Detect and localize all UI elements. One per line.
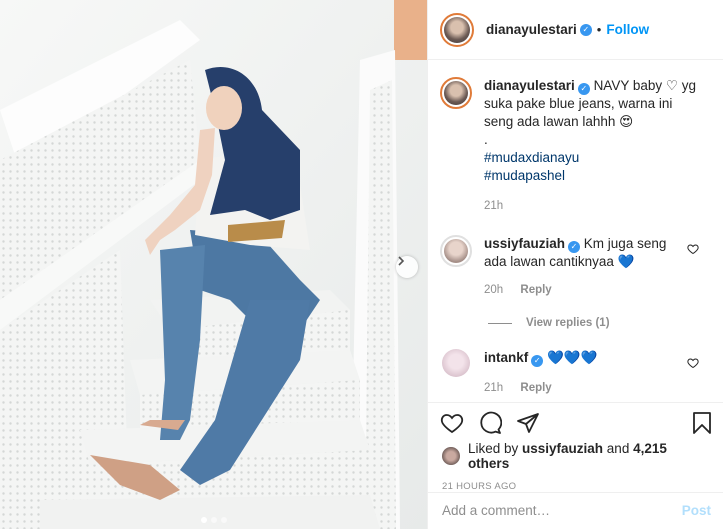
add-comment-bar: Post — [428, 492, 723, 528]
comment-time: 20h — [484, 284, 504, 296]
comments-list: dianayulestari ✓ NAVY baby ♡ yg suka pake… — [428, 61, 723, 401]
post-photo[interactable] — [0, 0, 427, 529]
chevron-right-icon — [398, 256, 405, 266]
post-actions: Liked by ussiyfauziah and 4,215 others 2… — [428, 402, 723, 528]
comment-time: 21h — [484, 382, 504, 394]
comment-input[interactable] — [442, 503, 682, 518]
caption-username[interactable]: dianayulestari — [484, 78, 575, 93]
hashtag-link[interactable]: #mudapashel — [484, 167, 704, 185]
verified-badge-icon: ✓ — [568, 241, 581, 253]
likes-summary: Liked by ussiyfauziah and 4,215 others — [428, 437, 723, 471]
carousel-dot — [200, 517, 207, 523]
avatar[interactable] — [440, 12, 474, 47]
view-replies-label: View replies (1) — [526, 317, 610, 329]
liker-avatar[interactable] — [442, 447, 460, 465]
carousel-dot — [210, 517, 217, 523]
action-bar — [428, 403, 723, 437]
comment-text: 💙💙💙 — [547, 350, 598, 365]
post-timestamp: 21 HOURS AGO — [442, 481, 517, 492]
post-comment-button[interactable]: Post — [682, 503, 711, 518]
comment-icon[interactable] — [478, 411, 502, 435]
carousel-indicator — [0, 517, 427, 523]
heart-icon[interactable] — [687, 357, 699, 369]
caption-dot: . — [484, 132, 488, 147]
follow-button[interactable]: Follow — [606, 22, 649, 37]
comment-username[interactable]: ussiyfauziah — [484, 236, 565, 251]
caption: dianayulestari ✓ NAVY baby ♡ yg suka pake… — [440, 77, 709, 215]
next-slide-button[interactable] — [396, 256, 418, 278]
verified-badge-icon: ✓ — [579, 23, 592, 36]
post-header: dianayulestari ✓ • Follow — [428, 0, 723, 60]
caption-time: 21h — [484, 200, 504, 212]
separator: • — [596, 22, 602, 37]
share-icon[interactable] — [516, 411, 540, 435]
likes-prefix: Liked by — [467, 441, 519, 456]
bookmark-icon[interactable] — [691, 411, 713, 435]
avatar[interactable] — [440, 77, 472, 109]
reply-button[interactable]: Reply — [520, 284, 551, 296]
comment-item: ussiyfauziah ✓ Km juga seng ada lawan can… — [440, 235, 709, 299]
avatar[interactable] — [440, 235, 472, 267]
view-replies-button[interactable]: View replies (1) — [488, 317, 709, 329]
hashtag-link[interactable]: #mudaxdianayu — [484, 149, 704, 167]
verified-badge-icon: ✓ — [577, 83, 590, 95]
author-username[interactable]: dianayulestari — [486, 22, 577, 37]
reply-button[interactable]: Reply — [520, 382, 551, 394]
heart-icon[interactable] — [687, 243, 699, 255]
verified-badge-icon: ✓ — [531, 355, 544, 367]
photo-illustration — [0, 0, 427, 529]
likes-conjunction: and — [606, 441, 630, 456]
liker-username[interactable]: ussiyfauziah — [522, 441, 603, 456]
comment-item: intankf ✓ 💙💙💙 21h Reply — [440, 349, 709, 397]
heart-icon[interactable] — [440, 411, 464, 435]
post-sidebar: dianayulestari ✓ • Follow dianayulestari… — [427, 0, 723, 529]
comment-username[interactable]: intankf — [484, 350, 528, 365]
avatar[interactable] — [442, 349, 470, 377]
carousel-dot — [220, 517, 227, 523]
